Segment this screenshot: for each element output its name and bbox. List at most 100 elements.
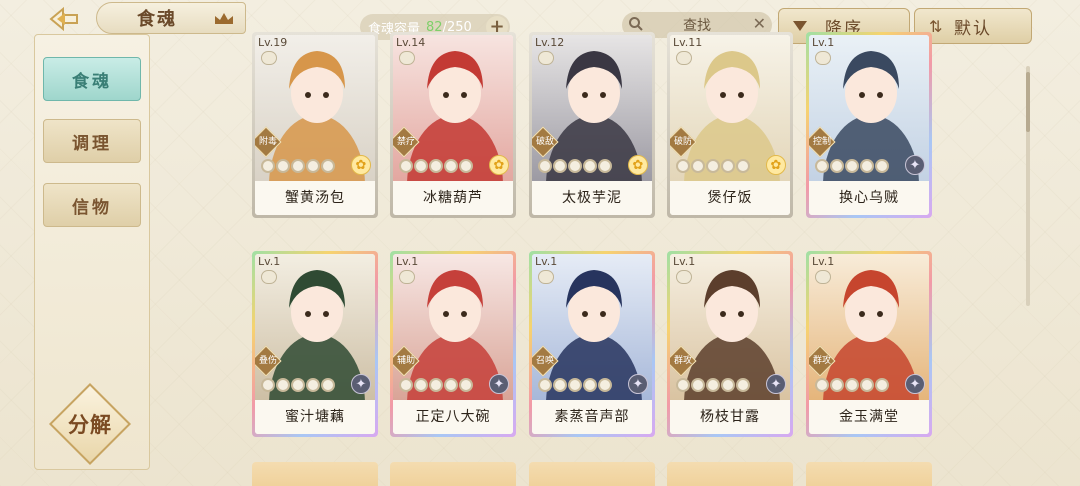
next-row-card-edge[interactable] [529,462,655,486]
compass-icon: ✦ [905,374,925,394]
star-icon [568,378,582,392]
star-rating [676,159,750,173]
food-soul-card[interactable]: Lv.11 破防 ✿ 煲仔饭 [667,32,793,218]
star-icon [321,378,335,392]
coin-icon [676,270,692,284]
compass-icon: ✦ [351,374,371,394]
card-name: 蟹黄汤包 [255,181,375,215]
compass-icon: ✦ [766,374,786,394]
star-rating [538,159,612,173]
star-icon [721,378,735,392]
card-body: Lv.12 破敌 ✿ 太极芋泥 [532,35,652,215]
compass-icon: ✦ [628,374,648,394]
star-icon [815,378,829,392]
star-icon [444,378,458,392]
card-body: Lv.11 破防 ✿ 煲仔饭 [670,35,790,215]
card-level: Lv.1 [812,36,835,49]
food-soul-card[interactable]: Lv.1 控制 ✦ 换心乌贼 [806,32,932,218]
coin-icon [815,270,831,284]
flower-icon: ✿ [766,155,786,175]
star-icon [276,378,290,392]
card-level: Lv.1 [673,255,696,268]
star-icon [721,159,735,173]
card-body: Lv.19 附毒 ✿ 蟹黄汤包 [255,35,375,215]
star-rating [399,159,473,173]
card-name: 换心乌贼 [809,181,929,215]
compass-icon: ✦ [905,155,925,175]
next-row-card-edge[interactable] [252,462,378,486]
card-role: 控制 [812,137,831,147]
flower-icon: ✿ [628,155,648,175]
card-body: Lv.1 召唤 ✦ 素蒸音声部 [532,254,652,434]
star-icon [291,378,305,392]
coin-icon [815,51,831,65]
card-name: 太极芋泥 [532,181,652,215]
card-level: Lv.11 [673,36,703,49]
coin-icon [538,270,554,284]
star-icon [830,159,844,173]
card-role: 破防 [673,137,692,147]
star-icon [736,378,750,392]
star-icon [429,378,443,392]
card-level: Lv.1 [812,255,835,268]
coin-icon [399,51,415,65]
card-role: 破敌 [535,137,554,147]
star-icon [261,378,275,392]
star-icon [399,378,413,392]
star-icon [736,159,750,173]
star-icon [459,378,473,392]
next-row-card-edge[interactable] [667,462,793,486]
star-icon [860,378,874,392]
card-body: Lv.1 群攻 ✦ 杨枝甘露 [670,254,790,434]
star-icon [568,159,582,173]
star-icon [538,159,552,173]
star-icon [676,378,690,392]
card-body: Lv.14 禁疗 ✿ 冰糖葫芦 [393,35,513,215]
star-icon [291,159,305,173]
star-icon [583,378,597,392]
star-icon [676,159,690,173]
card-role: 群攻 [812,356,831,366]
next-row-card-edge[interactable] [390,462,516,486]
food-soul-card[interactable]: Lv.1 辅助 ✦ 正定八大碗 [390,251,516,437]
star-rating [676,378,750,392]
star-icon [706,378,720,392]
food-soul-card[interactable]: Lv.1 叠伤 ✦ 蜜汁塘藕 [252,251,378,437]
card-name: 素蒸音声部 [532,400,652,434]
card-name: 冰糖葫芦 [393,181,513,215]
star-rating [815,378,889,392]
card-level: Lv.1 [396,255,419,268]
card-role: 召唤 [535,356,554,366]
food-soul-card[interactable]: Lv.19 附毒 ✿ 蟹黄汤包 [252,32,378,218]
star-icon [414,378,428,392]
card-name: 蜜汁塘藕 [255,400,375,434]
star-icon [321,159,335,173]
star-icon [261,159,275,173]
card-role: 辅助 [396,356,415,366]
star-icon [538,378,552,392]
card-body: Lv.1 辅助 ✦ 正定八大碗 [393,254,513,434]
star-icon [830,378,844,392]
next-row-card-edge[interactable] [806,462,932,486]
card-level: Lv.19 [258,36,288,49]
food-soul-card[interactable]: Lv.12 破敌 ✿ 太极芋泥 [529,32,655,218]
food-soul-card[interactable]: Lv.14 禁疗 ✿ 冰糖葫芦 [390,32,516,218]
star-rating [538,378,612,392]
card-body: Lv.1 叠伤 ✦ 蜜汁塘藕 [255,254,375,434]
star-icon [553,378,567,392]
card-level: Lv.12 [535,36,565,49]
star-icon [875,378,889,392]
star-icon [598,159,612,173]
compass-icon: ✦ [489,374,509,394]
card-name: 金玉满堂 [809,400,929,434]
food-soul-card[interactable]: Lv.1 群攻 ✦ 金玉满堂 [806,251,932,437]
star-icon [860,159,874,173]
star-icon [845,378,859,392]
food-soul-card[interactable]: Lv.1 群攻 ✦ 杨枝甘露 [667,251,793,437]
card-level: Lv.1 [535,255,558,268]
star-icon [845,159,859,173]
coin-icon [261,270,277,284]
coin-icon [538,51,554,65]
food-soul-card[interactable]: Lv.1 召唤 ✦ 素蒸音声部 [529,251,655,437]
star-icon [444,159,458,173]
